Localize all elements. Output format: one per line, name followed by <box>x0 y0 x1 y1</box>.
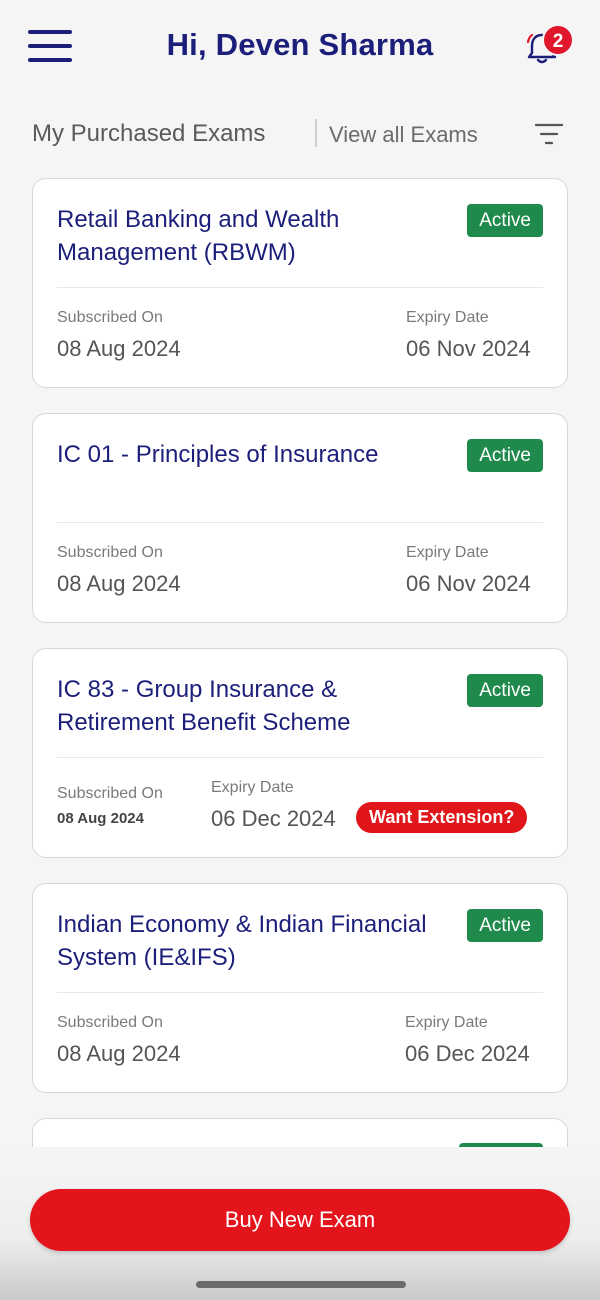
section-title: My Purchased Exams <box>32 120 266 147</box>
subscribed-on-label: Subscribed On <box>57 309 163 326</box>
expiry-date-label: Expiry Date <box>211 779 294 796</box>
expiry-date-label: Expiry Date <box>406 544 489 561</box>
greeting-title: Hi, Deven Sharma <box>166 27 434 62</box>
card-divider <box>57 287 543 288</box>
status-badge: Active <box>467 674 543 707</box>
expiry-date-label: Expiry Date <box>406 309 489 326</box>
exam-card[interactable]: IC 83 - Group Insurance & Retirement Ben… <box>32 648 568 858</box>
subscribed-on-label: Subscribed On <box>57 785 163 802</box>
exam-title: Retail Banking and Wealth Management (RB… <box>57 206 340 266</box>
status-badge: Active <box>467 909 543 942</box>
expiry-date-value: 06 Dec 2024 <box>405 1041 530 1066</box>
want-extension-button[interactable]: Want Extension? <box>356 802 528 833</box>
subscribed-on-value: 08 Aug 2024 <box>57 1041 181 1066</box>
exam-card[interactable]: IC 01 - Principles of Insurance Active S… <box>32 413 568 623</box>
exam-title: IC 83 - Group Insurance & Retirement Ben… <box>57 676 351 736</box>
card-divider <box>57 992 543 993</box>
exam-card[interactable]: Retail Banking and Wealth Management (RB… <box>32 178 568 388</box>
buy-new-exam-button[interactable]: Buy New Exam <box>30 1189 570 1251</box>
subscribed-on-value: 08 Aug 2024 <box>57 810 144 827</box>
exam-card[interactable]: Indian Economy & Indian Financial System… <box>32 883 568 1093</box>
card-divider <box>57 522 543 523</box>
status-badge: Active <box>467 439 543 472</box>
expiry-date-value: 06 Dec 2024 <box>211 806 336 831</box>
home-indicator[interactable] <box>196 1281 406 1288</box>
filter-icon[interactable] <box>534 122 564 146</box>
subheader-divider <box>315 119 317 147</box>
card-divider <box>57 757 543 758</box>
expiry-date-value: 06 Nov 2024 <box>406 571 531 596</box>
subscribed-on-label: Subscribed On <box>57 544 163 561</box>
exam-card-partial[interactable] <box>32 1118 568 1147</box>
status-badge: Active <box>467 204 543 237</box>
bottom-bar: Buy New Exam <box>0 1147 600 1300</box>
subscribed-on-label: Subscribed On <box>57 1014 163 1031</box>
exam-list[interactable]: Retail Banking and Wealth Management (RB… <box>0 160 600 1147</box>
view-all-exams-link[interactable]: View all Exams <box>329 122 478 148</box>
exam-title: Indian Economy & Indian Financial System… <box>57 911 427 971</box>
subscribed-on-value: 08 Aug 2024 <box>57 336 181 361</box>
exam-title: IC 01 - Principles of Insurance <box>57 441 379 468</box>
exams-subheader: My Purchased Exams View all Exams <box>0 112 600 156</box>
expiry-date-label: Expiry Date <box>405 1014 488 1031</box>
app-header: Hi, Deven Sharma 2 <box>0 0 600 95</box>
notification-badge[interactable]: 2 <box>542 24 574 56</box>
subscribed-on-value: 08 Aug 2024 <box>57 571 181 596</box>
expiry-date-value: 06 Nov 2024 <box>406 336 531 361</box>
